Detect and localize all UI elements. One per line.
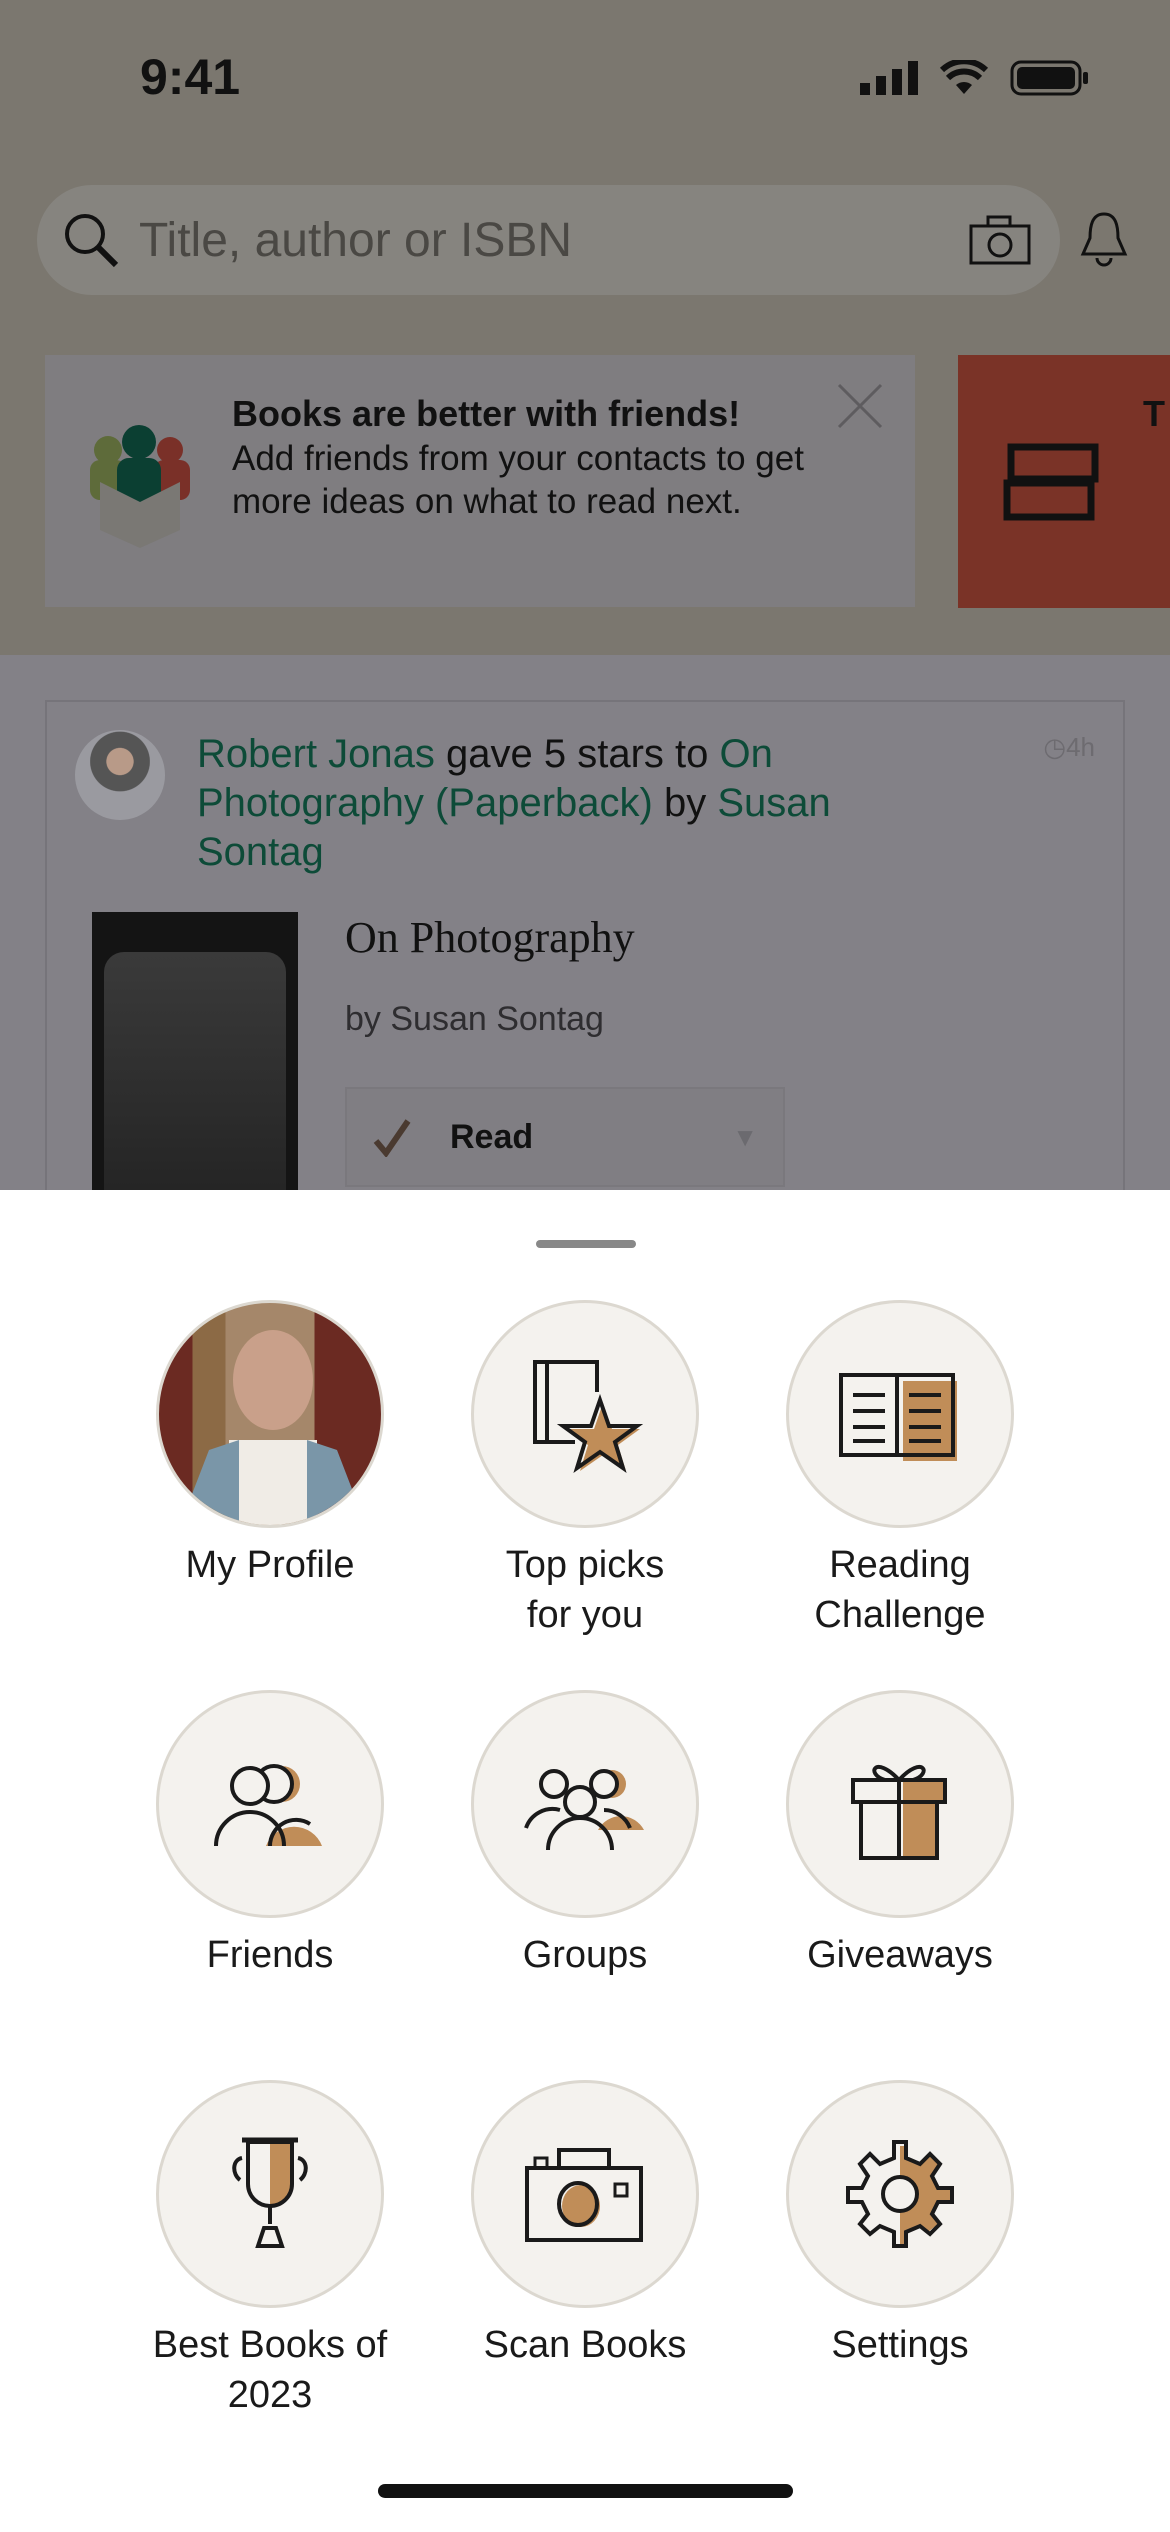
close-icon[interactable] bbox=[835, 381, 885, 431]
books-stack-icon bbox=[1003, 443, 1099, 521]
menu-sheet: My Profile Top picks for you Reading Cha… bbox=[0, 1190, 1170, 2532]
menu-scan-books[interactable]: Scan Books bbox=[425, 2080, 745, 2370]
book-title[interactable]: On Photography bbox=[345, 912, 635, 963]
wifi-icon bbox=[940, 60, 988, 94]
promo-title: T bbox=[1143, 393, 1165, 434]
gear-icon bbox=[846, 2140, 954, 2248]
check-icon bbox=[373, 1119, 411, 1157]
menu-best-books[interactable]: Best Books of 2023 bbox=[110, 2080, 430, 2420]
book-author: by Susan Sontag bbox=[345, 1000, 604, 1038]
search-icon bbox=[65, 214, 119, 268]
promo-banner[interactable]: T bbox=[958, 355, 1170, 608]
menu-friends[interactable]: Friends bbox=[110, 1690, 430, 1980]
shelf-dropdown[interactable]: Read ▼ bbox=[345, 1087, 785, 1187]
friends-icon bbox=[214, 1764, 322, 1847]
menu-reading-challenge[interactable]: Reading Challenge bbox=[740, 1300, 1060, 1640]
groups-icon bbox=[524, 1769, 644, 1851]
activity-text: Robert Jonas gave 5 stars to On Photogra… bbox=[197, 732, 831, 874]
friends-reading-icon bbox=[90, 425, 190, 548]
trophy-icon bbox=[232, 2137, 308, 2248]
shelf-label: Read bbox=[450, 1117, 534, 1156]
camera-icon bbox=[525, 2148, 643, 2242]
banner-description: Add friends from your contacts to get mo… bbox=[232, 439, 804, 521]
chevron-down-icon: ▼ bbox=[732, 1121, 758, 1152]
camera-scan-icon[interactable] bbox=[968, 214, 1032, 266]
menu-giveaways[interactable]: Giveaways bbox=[740, 1690, 1060, 1980]
menu-settings[interactable]: Settings bbox=[740, 2080, 1060, 2370]
clock-icon: ◷ bbox=[1043, 732, 1067, 762]
battery-icon bbox=[1010, 60, 1088, 96]
profile-photo bbox=[156, 1300, 384, 1528]
banner-title: Books are better with friends! bbox=[232, 393, 741, 434]
search-bar[interactable]: Title, author or ISBN bbox=[37, 185, 1060, 295]
home-indicator[interactable] bbox=[378, 2484, 793, 2498]
gift-icon bbox=[851, 1765, 947, 1860]
status-time: 9:41 bbox=[140, 49, 241, 105]
status-icons bbox=[860, 60, 1090, 96]
menu-my-profile[interactable]: My Profile bbox=[110, 1300, 430, 1590]
sheet-handle[interactable] bbox=[536, 1240, 636, 1248]
menu-groups[interactable]: Groups bbox=[425, 1690, 745, 1980]
book-star-icon bbox=[533, 1360, 644, 1473]
friends-banner[interactable]: Books are better with friends! Add frien… bbox=[45, 355, 915, 607]
bell-icon[interactable] bbox=[1078, 208, 1130, 272]
user-link[interactable]: Robert Jonas bbox=[197, 732, 435, 776]
signal-icon bbox=[860, 61, 918, 95]
search-input[interactable]: Title, author or ISBN bbox=[139, 213, 968, 268]
open-book-icon bbox=[839, 1373, 957, 1461]
feed-item: Robert Jonas gave 5 stars to On Photogra… bbox=[45, 700, 1125, 1262]
avatar[interactable] bbox=[75, 730, 165, 820]
timestamp: ◷4h bbox=[1043, 732, 1095, 762]
menu-top-picks[interactable]: Top picks for you bbox=[425, 1300, 745, 1640]
